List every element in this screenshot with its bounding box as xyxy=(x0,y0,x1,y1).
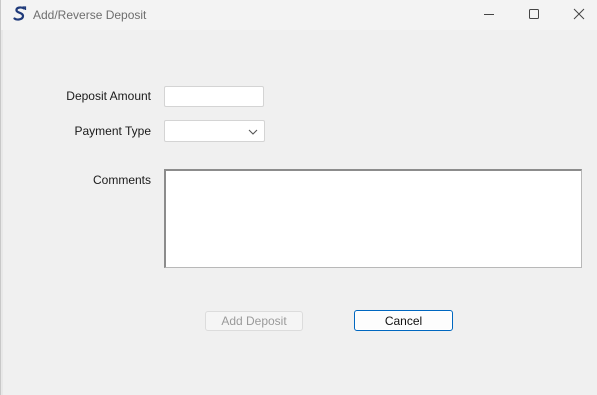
payment-type-dropdown[interactable] xyxy=(164,120,265,142)
payment-type-label: Payment Type xyxy=(74,124,152,138)
close-button[interactable] xyxy=(556,0,597,30)
window-title: Add/Reverse Deposit xyxy=(33,8,147,22)
cancel-button[interactable]: Cancel xyxy=(354,310,453,331)
maximize-button[interactable] xyxy=(511,0,557,30)
deposit-amount-label: Deposit Amount xyxy=(66,89,151,103)
chevron-down-icon xyxy=(248,126,258,136)
title-bar[interactable]: Add/Reverse Deposit xyxy=(1,0,597,30)
minimize-button[interactable] xyxy=(466,0,512,30)
add-deposit-button[interactable]: Add Deposit xyxy=(205,311,303,331)
maximize-icon xyxy=(528,8,540,23)
deposit-amount-input[interactable] xyxy=(164,86,264,107)
app-logo-icon xyxy=(13,6,27,22)
comments-label: Comments xyxy=(92,173,151,187)
comments-textarea[interactable] xyxy=(164,169,582,268)
dialog-window: Add/Reverse Deposit Deposit Amount Payme… xyxy=(0,0,597,395)
window-edge xyxy=(1,0,3,395)
minimize-icon xyxy=(483,8,495,23)
close-icon xyxy=(573,8,585,23)
